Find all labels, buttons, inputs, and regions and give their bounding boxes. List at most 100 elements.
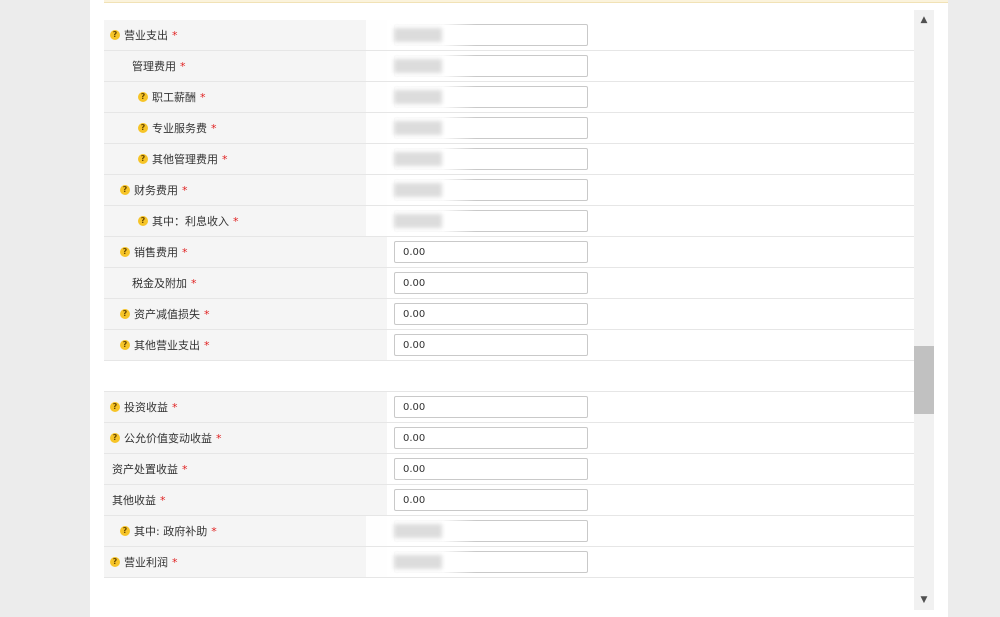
help-question-icon[interactable]: ?	[138, 123, 148, 133]
form-row: ? 其他营业支出 *	[104, 330, 914, 361]
field-label-text: 其中: 政府补助	[134, 525, 208, 538]
form-row: ? 财务费用 *	[104, 175, 914, 206]
redacted-value	[394, 183, 442, 197]
redacted-value	[394, 90, 442, 104]
required-asterisk: *	[172, 400, 178, 414]
form-row: ? 营业利润 *	[104, 547, 914, 578]
redacted-overlay	[366, 175, 476, 205]
field-label-text: 其他营业支出	[134, 339, 200, 352]
field-label: ? 其他营业支出 *	[104, 330, 387, 360]
field-label: ? 专业服务费 *	[104, 113, 387, 143]
amount-input[interactable]	[394, 334, 588, 356]
field-label-text: 营业支出	[124, 29, 168, 42]
amount-input[interactable]	[394, 303, 588, 325]
help-question-icon[interactable]: ?	[120, 247, 130, 257]
required-asterisk: *	[204, 338, 210, 352]
required-asterisk: *	[204, 307, 210, 321]
form-row: ? 公允价值变动收益 *	[104, 423, 914, 454]
redacted-value	[394, 121, 442, 135]
form-panel: ? 营业支出 * 管理费用 *? 职工薪酬 *? 专业服务费 *? 其他管理费用 *? 财务费用 *? 其…	[90, 0, 948, 617]
required-asterisk: *	[216, 431, 222, 445]
field-label-text: 其他管理费用	[152, 153, 218, 166]
required-asterisk: *	[172, 28, 178, 42]
field-label-text: 投资收益	[124, 401, 168, 414]
field-label	[104, 361, 387, 391]
amount-input[interactable]	[394, 427, 588, 449]
form-row: ? 专业服务费 *	[104, 113, 914, 144]
section-spacer	[104, 361, 914, 392]
required-asterisk: *	[211, 121, 217, 135]
help-question-icon[interactable]: ?	[138, 216, 148, 226]
required-asterisk: *	[172, 555, 178, 569]
required-asterisk: *	[222, 152, 228, 166]
required-asterisk: *	[182, 462, 188, 476]
required-asterisk: *	[160, 493, 166, 507]
form-row: ? 销售费用 *	[104, 237, 914, 268]
field-label: ? 其中：利息收入 *	[104, 206, 387, 236]
redacted-value	[394, 524, 442, 538]
redacted-value	[394, 555, 442, 569]
required-asterisk: *	[191, 276, 197, 290]
form-row: ? 其中: 政府补助 *	[104, 516, 914, 547]
field-label: 税金及附加 *	[104, 268, 387, 298]
form-row: ? 营业支出 *	[104, 20, 914, 51]
help-question-icon[interactable]: ?	[120, 185, 130, 195]
field-label: 资产处置收益 *	[104, 454, 387, 484]
help-question-icon[interactable]: ?	[120, 309, 130, 319]
field-label: ? 投资收益 *	[104, 392, 387, 422]
redacted-value	[394, 214, 442, 228]
required-asterisk: *	[182, 183, 188, 197]
form-row: 其他收益 *	[104, 485, 914, 516]
redacted-overlay	[366, 82, 476, 112]
redacted-overlay	[366, 144, 476, 174]
amount-input[interactable]	[394, 396, 588, 418]
vertical-scrollbar[interactable]: ▲ ▼	[914, 10, 934, 610]
field-label: ? 公允价值变动收益 *	[104, 423, 387, 453]
field-label-text: 职工薪酬	[152, 91, 196, 104]
help-question-icon[interactable]: ?	[110, 30, 120, 40]
scroll-down-arrow-icon[interactable]: ▼	[914, 590, 934, 610]
redacted-value	[394, 28, 442, 42]
field-label: ? 其中: 政府补助 *	[104, 516, 387, 546]
amount-input[interactable]	[394, 489, 588, 511]
scroll-up-arrow-icon[interactable]: ▲	[914, 10, 934, 30]
form-row: 税金及附加 *	[104, 268, 914, 299]
scrollbar-thumb[interactable]	[914, 346, 934, 414]
help-question-icon[interactable]: ?	[110, 557, 120, 567]
help-question-icon[interactable]: ?	[120, 340, 130, 350]
help-question-icon[interactable]: ?	[138, 92, 148, 102]
field-label: ? 财务费用 *	[104, 175, 387, 205]
field-label-text: 资产减值损失	[134, 308, 200, 321]
help-question-icon[interactable]: ?	[138, 154, 148, 164]
field-label-text: 资产处置收益	[112, 463, 178, 476]
field-label: ? 职工薪酬 *	[104, 82, 387, 112]
redacted-overlay	[366, 547, 476, 577]
amount-input[interactable]	[394, 458, 588, 480]
field-label-text: 税金及附加	[132, 277, 187, 290]
help-question-icon[interactable]: ?	[110, 433, 120, 443]
form-row: 资产处置收益 *	[104, 454, 914, 485]
help-question-icon[interactable]: ?	[110, 402, 120, 412]
amount-input[interactable]	[394, 241, 588, 263]
redacted-value	[394, 152, 442, 166]
required-asterisk: *	[233, 214, 239, 228]
form-row: ? 其中：利息收入 *	[104, 206, 914, 237]
redacted-overlay	[366, 516, 476, 546]
field-label-text: 公允价值变动收益	[124, 432, 212, 445]
help-question-icon[interactable]: ?	[120, 526, 130, 536]
field-label: ? 营业利润 *	[104, 547, 387, 577]
field-label: ? 资产减值损失 *	[104, 299, 387, 329]
amount-input[interactable]	[394, 272, 588, 294]
redacted-overlay	[366, 20, 476, 50]
required-asterisk: *	[182, 245, 188, 259]
field-label-text: 销售费用	[134, 246, 178, 259]
form-row: ? 职工薪酬 *	[104, 82, 914, 113]
form-row: 管理费用 *	[104, 51, 914, 82]
form-row: ? 其他管理费用 *	[104, 144, 914, 175]
field-label: 管理费用 *	[104, 51, 387, 81]
field-label: 其他收益 *	[104, 485, 387, 515]
form-row: ? 投资收益 *	[104, 392, 914, 423]
required-asterisk: *	[200, 90, 206, 104]
field-label: ? 营业支出 *	[104, 20, 387, 50]
redacted-value	[394, 59, 442, 73]
